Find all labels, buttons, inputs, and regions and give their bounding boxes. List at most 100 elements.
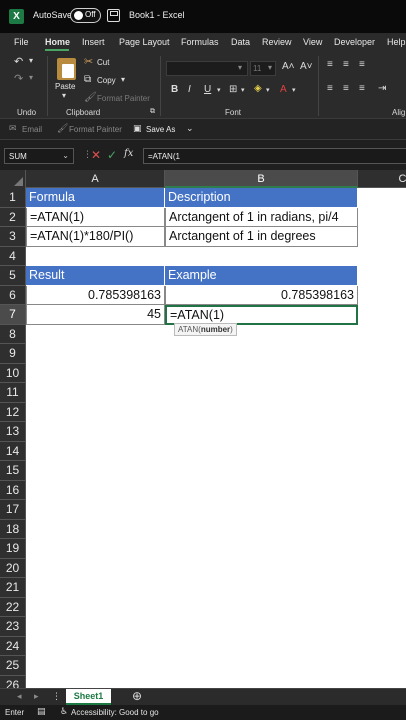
row-header[interactable]: 23 (0, 617, 26, 637)
row-header[interactable]: 15 (0, 461, 26, 481)
insert-function-icon[interactable]: fx (124, 149, 133, 159)
row-header[interactable]: 3 (0, 227, 26, 247)
cell-b1[interactable]: Description (165, 188, 358, 208)
format-painter-icon[interactable]: 🖌 (57, 124, 68, 133)
tab-home[interactable]: Home (45, 37, 70, 47)
cell-b6[interactable]: 0.785398163 (165, 285, 358, 305)
row-header[interactable]: 9 (0, 344, 26, 364)
tooltip-argument[interactable]: number (201, 325, 230, 334)
cell-mode-icon[interactable]: ▤ (37, 707, 46, 716)
bold-icon[interactable]: B (171, 85, 178, 95)
tab-help[interactable]: Help (387, 37, 406, 47)
increase-font-icon[interactable]: A˄ (282, 62, 295, 72)
align-center-icon[interactable]: ≡ (343, 84, 349, 94)
accessibility-status[interactable]: Accessibility: Good to go (71, 708, 159, 717)
qat-format-painter-button[interactable]: Format Painter (69, 125, 122, 134)
row-header[interactable]: 25 (0, 656, 26, 676)
row-header[interactable]: 14 (0, 441, 26, 461)
paste-icon[interactable] (57, 58, 76, 80)
cell-a6[interactable]: 0.785398163 (26, 285, 165, 305)
row-header[interactable]: 4 (0, 246, 26, 266)
indent-icon[interactable]: ⇥ (378, 84, 386, 94)
save-as-icon[interactable]: ▣ (133, 124, 142, 133)
function-tooltip[interactable]: ATAN(number) (174, 323, 237, 336)
cell-b2[interactable]: Arctangent of 1 in radians, pi/4 (165, 207, 358, 227)
format-painter-button[interactable]: Format Painter (97, 94, 150, 103)
column-header-b[interactable]: B (165, 170, 358, 188)
customize-qat-icon[interactable]: ⌄ (186, 124, 194, 133)
row-header[interactable]: 22 (0, 597, 26, 617)
tab-file[interactable]: File (14, 37, 29, 47)
font-color-dropdown-icon[interactable]: ▾ (292, 87, 296, 94)
fill-color-icon[interactable]: ◈ (254, 84, 262, 94)
undo-icon[interactable]: ↶ (14, 57, 23, 68)
row-header[interactable]: 1 (0, 188, 26, 208)
row-header[interactable]: 8 (0, 324, 26, 344)
underline-dropdown-icon[interactable]: ▾ (217, 87, 221, 94)
align-left-icon[interactable]: ≡ (327, 84, 333, 94)
row-header[interactable]: 10 (0, 363, 26, 383)
more-sheets-icon[interactable]: ⋮ (52, 692, 61, 701)
row-header[interactable]: 17 (0, 500, 26, 520)
row-header[interactable]: 21 (0, 578, 26, 598)
row-header[interactable]: 11 (0, 383, 26, 403)
row-header[interactable]: 2 (0, 207, 26, 227)
row-header[interactable]: 24 (0, 636, 26, 656)
select-all-button[interactable] (0, 170, 26, 188)
formula-input[interactable]: =ATAN(1 (143, 148, 406, 164)
cut-button[interactable]: Cut (97, 58, 109, 67)
borders-icon[interactable]: ⊞ (229, 85, 237, 95)
row-header[interactable]: 19 (0, 539, 26, 559)
clipboard-launcher-icon[interactable]: ⧉ (150, 108, 155, 115)
align-top-icon[interactable]: ≡ (327, 60, 333, 70)
font-dropdown-icon[interactable]: ▾ (238, 64, 242, 72)
font-name-select[interactable] (166, 61, 248, 76)
name-box[interactable]: SUM ⌄ (4, 148, 74, 164)
cancel-icon[interactable]: ✕ (91, 149, 101, 161)
cell-a3[interactable]: =ATAN(1)*180/PI() (26, 227, 165, 247)
enter-icon[interactable]: ✓ (107, 149, 117, 161)
underline-icon[interactable]: U (204, 85, 211, 95)
tab-view[interactable]: View (303, 37, 322, 47)
cell-b5[interactable]: Example (165, 266, 358, 286)
row-header[interactable]: 13 (0, 422, 26, 442)
prev-sheet-icon[interactable]: ◂ (17, 692, 22, 701)
redo-dropdown-icon[interactable]: ▾ (29, 74, 33, 82)
next-sheet-icon[interactable]: ▸ (34, 692, 39, 701)
copy-dropdown-icon[interactable]: ▾ (121, 76, 125, 84)
font-size-dropdown-icon[interactable]: ▾ (268, 64, 272, 72)
cell-a7[interactable]: 45 (26, 305, 165, 325)
font-size-select[interactable]: 11 (250, 61, 276, 76)
cell-a1[interactable]: Formula (26, 188, 165, 208)
row-header[interactable]: 5 (0, 266, 26, 286)
chevron-down-icon[interactable]: ⌄ (62, 151, 69, 160)
undo-dropdown-icon[interactable]: ▾ (29, 57, 33, 65)
copy-icon[interactable]: ⧉ (84, 75, 91, 85)
fill-dropdown-icon[interactable]: ▾ (266, 87, 270, 94)
tab-page-layout[interactable]: Page Layout (119, 37, 170, 47)
row-header[interactable]: 18 (0, 519, 26, 539)
autosave-toggle[interactable]: Off (70, 8, 101, 23)
row-header[interactable]: 12 (0, 402, 26, 422)
redo-icon[interactable]: ↷ (14, 74, 23, 85)
email-button[interactable]: Email (22, 125, 42, 134)
cell-a5[interactable]: Result (26, 266, 165, 286)
align-bottom-icon[interactable]: ≡ (359, 60, 365, 70)
align-right-icon[interactable]: ≡ (359, 84, 365, 94)
column-header-a[interactable]: A (26, 170, 165, 188)
tab-developer[interactable]: Developer (334, 37, 375, 47)
column-header-c[interactable]: C (358, 170, 406, 188)
italic-icon[interactable]: I (188, 85, 191, 95)
row-header[interactable]: 7 (0, 305, 26, 325)
paste-button[interactable]: Paste (55, 82, 75, 91)
save-icon[interactable] (107, 9, 120, 22)
row-header[interactable]: 16 (0, 480, 26, 500)
row-header[interactable]: 20 (0, 558, 26, 578)
cut-icon[interactable]: ✂ (84, 57, 93, 68)
row-header[interactable]: 26 (0, 675, 26, 688)
row-header[interactable]: 6 (0, 285, 26, 305)
decrease-font-icon[interactable]: A˅ (300, 62, 313, 72)
save-as-button[interactable]: Save As (146, 125, 175, 134)
copy-button[interactable]: Copy (97, 76, 116, 85)
email-icon[interactable]: ✉ (9, 124, 17, 133)
